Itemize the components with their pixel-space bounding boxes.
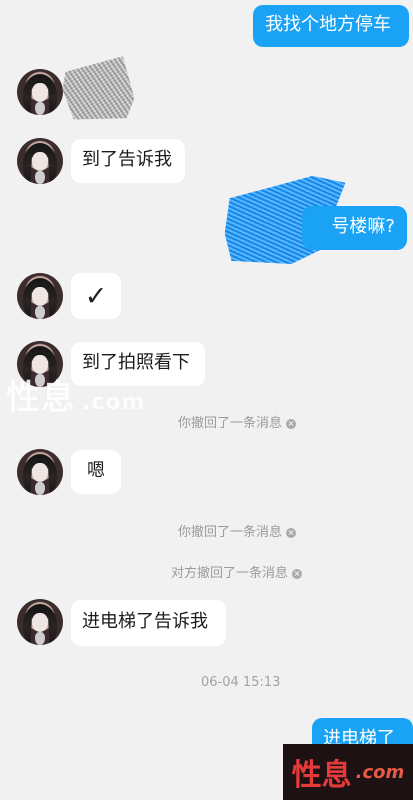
incoming-message[interactable]: ✓ [71, 273, 121, 319]
avatar[interactable] [17, 599, 63, 645]
recall-notice: 对方撤回了一条消息 × [171, 562, 303, 581]
redacted-image[interactable] [59, 55, 137, 126]
incoming-message[interactable]: 进电梯了告诉我 [71, 600, 226, 646]
avatar[interactable] [17, 449, 63, 495]
check-icon: ✓ [84, 280, 108, 312]
message-text: 号楼嘛? [331, 216, 395, 237]
avatar[interactable] [17, 273, 63, 319]
avatar[interactable] [17, 69, 63, 115]
incoming-message[interactable]: 嗯 [71, 450, 121, 494]
watermark-domain: .com [355, 761, 405, 783]
message-text: 到了告诉我 [82, 149, 172, 170]
incoming-message[interactable]: 到了告诉我 [71, 139, 185, 183]
watermark: 性息 .com [6, 370, 145, 419]
watermark-badge: 性息 .com [283, 744, 413, 800]
recall-notice: 你撤回了一条消息 × [178, 412, 297, 431]
outgoing-message[interactable]: 号楼嘛? [302, 206, 407, 250]
close-icon[interactable]: × [286, 528, 297, 538]
watermark-char: 性息 [6, 378, 76, 418]
notice-text: 你撤回了一条消息 [178, 416, 283, 431]
timestamp: 06-04 15:13 [201, 675, 281, 690]
notice-text: 对方撤回了一条消息 [171, 566, 289, 581]
watermark-char: 性息 [291, 758, 352, 793]
notice-text: 你撤回了一条消息 [178, 525, 283, 540]
message-text: 我找个地方停车 [265, 14, 391, 35]
close-icon[interactable]: × [292, 569, 303, 579]
avatar[interactable] [17, 138, 63, 184]
recall-notice: 你撤回了一条消息 × [178, 521, 297, 540]
close-icon[interactable]: × [286, 419, 297, 429]
outgoing-message[interactable]: 我找个地方停车 [253, 5, 409, 47]
message-text: 进电梯了告诉我 [82, 611, 208, 632]
message-text: 嗯 [87, 460, 105, 481]
watermark-domain: .com [82, 390, 146, 415]
